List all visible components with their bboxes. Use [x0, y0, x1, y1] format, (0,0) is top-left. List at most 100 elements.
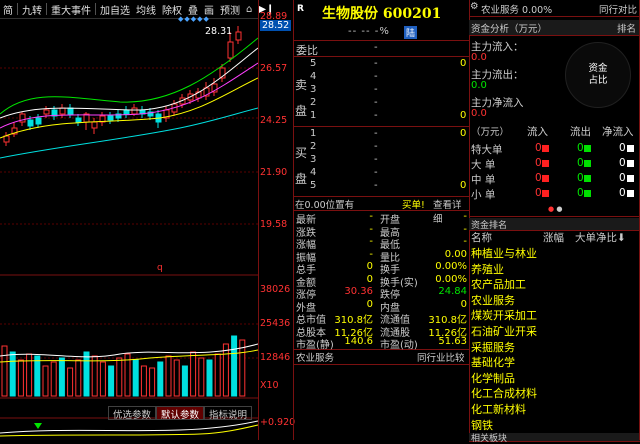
col-netflow: 净流入 — [602, 126, 634, 138]
toolbar-major-events[interactable]: 重大事件 — [48, 2, 94, 17]
fund-value: 0.0 — [471, 108, 487, 119]
fund-rank-link[interactable]: 排名 — [617, 21, 636, 35]
sector-rank-item[interactable]: 基础化学 — [471, 354, 515, 370]
toolbar-ma[interactable]: 均线 — [133, 2, 159, 17]
sector-change[interactable]: 农业服务 0.00% — [481, 2, 552, 16]
size-label: 大 单 — [471, 159, 496, 171]
candle-body — [227, 41, 234, 59]
buy-row[interactable]: 1 - 0 — [294, 128, 469, 141]
industry-link[interactable]: 农业服务 — [296, 350, 334, 364]
sector-rank-item[interactable]: 化工合成材料 — [471, 385, 537, 401]
sector-rank-item[interactable]: 化工新材料 — [471, 401, 526, 417]
stat-label: 市盈(动) — [380, 340, 418, 351]
stat-row: 涨幅 - 最低 - — [294, 236, 469, 251]
netflow-value: 0 — [619, 172, 626, 184]
volume-bar — [140, 365, 147, 397]
sector-rank-item[interactable]: 化学制品 — [471, 370, 515, 386]
tab-optimal-params[interactable]: 优选参数 — [108, 406, 157, 421]
price-tick: 24.25 — [260, 115, 288, 126]
toolbar-separator — [17, 3, 18, 15]
buy-row[interactable]: 3- — [294, 154, 469, 167]
buy-price: - — [374, 154, 378, 165]
candle-body — [35, 117, 42, 125]
fund-ratio-pie[interactable]: 资金 占比 — [565, 42, 631, 108]
pager-dot[interactable]: ● — [548, 205, 554, 213]
sell-row[interactable]: 5 - 0 — [294, 58, 469, 71]
sector-rank-item[interactable]: 种植业与林业 — [471, 245, 537, 261]
volume-bar — [190, 351, 197, 397]
buy-price: - — [374, 180, 378, 191]
weibi-value: - — [374, 42, 378, 53]
sell-volume: 0 — [460, 110, 467, 121]
lock-icon[interactable]: ⌂ — [243, 4, 255, 15]
price-axis: 28.89 28.52 26.57 24.25 21.90 19.58 3802… — [258, 0, 295, 440]
sell-volume: 0 — [460, 58, 467, 69]
sort-desc-icon: ⬇ — [617, 232, 626, 244]
peer-compare-button[interactable]: 同行对比 — [599, 2, 637, 16]
stat-row: 总市值 310.8亿 流通值 310.8亿 — [294, 311, 469, 326]
toolbar-jian[interactable]: 简 — [0, 2, 16, 17]
pager-dot[interactable]: ● — [556, 205, 562, 213]
buy-volume: 0 — [460, 180, 467, 191]
sell-row[interactable]: 1 - 0 — [294, 110, 469, 123]
sector-rank-item[interactable]: 农业服务 — [471, 292, 515, 308]
sector-rank-item[interactable]: 钢铁 — [471, 417, 493, 433]
outflow-bar — [584, 160, 591, 167]
volume-bar — [50, 361, 57, 397]
toolbar-forecast[interactable]: 预测 — [217, 2, 243, 17]
rank-col-head: 名称 涨幅 大单净比⬇ — [469, 230, 640, 244]
buy-level: 1 — [310, 128, 317, 139]
fund-value: 0.0 — [471, 80, 487, 91]
stat-row: 最新 - 开盘 - — [294, 211, 469, 226]
volume-bar — [75, 359, 82, 397]
divider — [294, 56, 469, 57]
volume-bar — [173, 359, 180, 397]
col-bignet[interactable]: 大单净比⬇ — [575, 230, 626, 245]
volume-bar — [149, 367, 156, 397]
kline-chart-area[interactable]: 简 九转 重大事件 加自选 均线 除权 叠 画 预测 ⌂ ▶❙ ◆◆◆◆◆ 28… — [0, 0, 295, 440]
quote-panel: R 生物股份 600201 -- -- -% 陆 委比 - 卖 盘 买 盘 在0… — [293, 0, 470, 440]
sector-rank-item[interactable]: 煤炭开采加工 — [471, 307, 537, 323]
industry-compare-link[interactable]: 同行业比较 — [417, 350, 465, 364]
sector-header: ⚙ 农业服务 0.00% 同行对比 — [469, 0, 640, 16]
buy-row[interactable]: 5 - 0 — [294, 180, 469, 193]
tab-indicator-help[interactable]: 指标说明 — [204, 406, 253, 421]
stock-title[interactable]: 生物股份 600201 — [322, 3, 441, 23]
size-label: 小 单 — [471, 189, 496, 201]
position-buy-link[interactable]: 买单! — [402, 197, 425, 211]
sell-row[interactable]: 4- — [294, 71, 469, 84]
toolbar-jiuzhuan[interactable]: 九转 — [19, 2, 45, 17]
fund-panel: ⚙ 农业服务 0.00% 同行对比 资金分析（万元） 排名 资金 占比 （万元）… — [469, 0, 640, 444]
netflow-bar — [627, 160, 634, 167]
buy-price: - — [374, 167, 378, 178]
chart-letter: q — [157, 263, 163, 273]
sector-rank-item[interactable]: 养殖业 — [471, 261, 504, 277]
price-tick: 21.90 — [260, 167, 288, 178]
stat-value: 0 — [366, 261, 373, 272]
stat-value: 51.63 — [438, 336, 467, 347]
buy-volume: 0 — [460, 128, 467, 139]
sell-row[interactable]: 3- — [294, 84, 469, 97]
sector-rank-item[interactable]: 石油矿业开采 — [471, 323, 537, 339]
hk-connect-badge[interactable]: 陆 — [404, 26, 418, 39]
stat-value: - — [369, 236, 373, 247]
sector-rank-item[interactable]: 采掘服务 — [471, 339, 515, 355]
buy-row[interactable]: 4- — [294, 167, 469, 180]
stat-value: 30.36 — [344, 286, 373, 297]
inflow-value: 0 — [535, 187, 542, 199]
col-name[interactable]: 名称 — [471, 230, 492, 245]
pager-dots[interactable]: ● ● — [548, 205, 562, 213]
volume-bar — [116, 357, 123, 397]
gear-icon[interactable]: ⚙ — [470, 1, 479, 12]
toolbar-separator — [95, 3, 96, 15]
panel-marker: R — [297, 4, 304, 14]
candle-body — [59, 107, 66, 115]
toolbar-add-watchlist[interactable]: 加自选 — [97, 2, 133, 17]
tab-default-params[interactable]: 默认参数 — [156, 406, 205, 421]
sell-row[interactable]: 2- — [294, 97, 469, 110]
sector-rank-item[interactable]: 农产品加工 — [471, 276, 526, 292]
stat-value: 140.6 — [344, 336, 373, 347]
buy-row[interactable]: 2- — [294, 141, 469, 154]
candle-body — [67, 107, 74, 115]
col-change[interactable]: 涨幅 — [543, 230, 564, 245]
